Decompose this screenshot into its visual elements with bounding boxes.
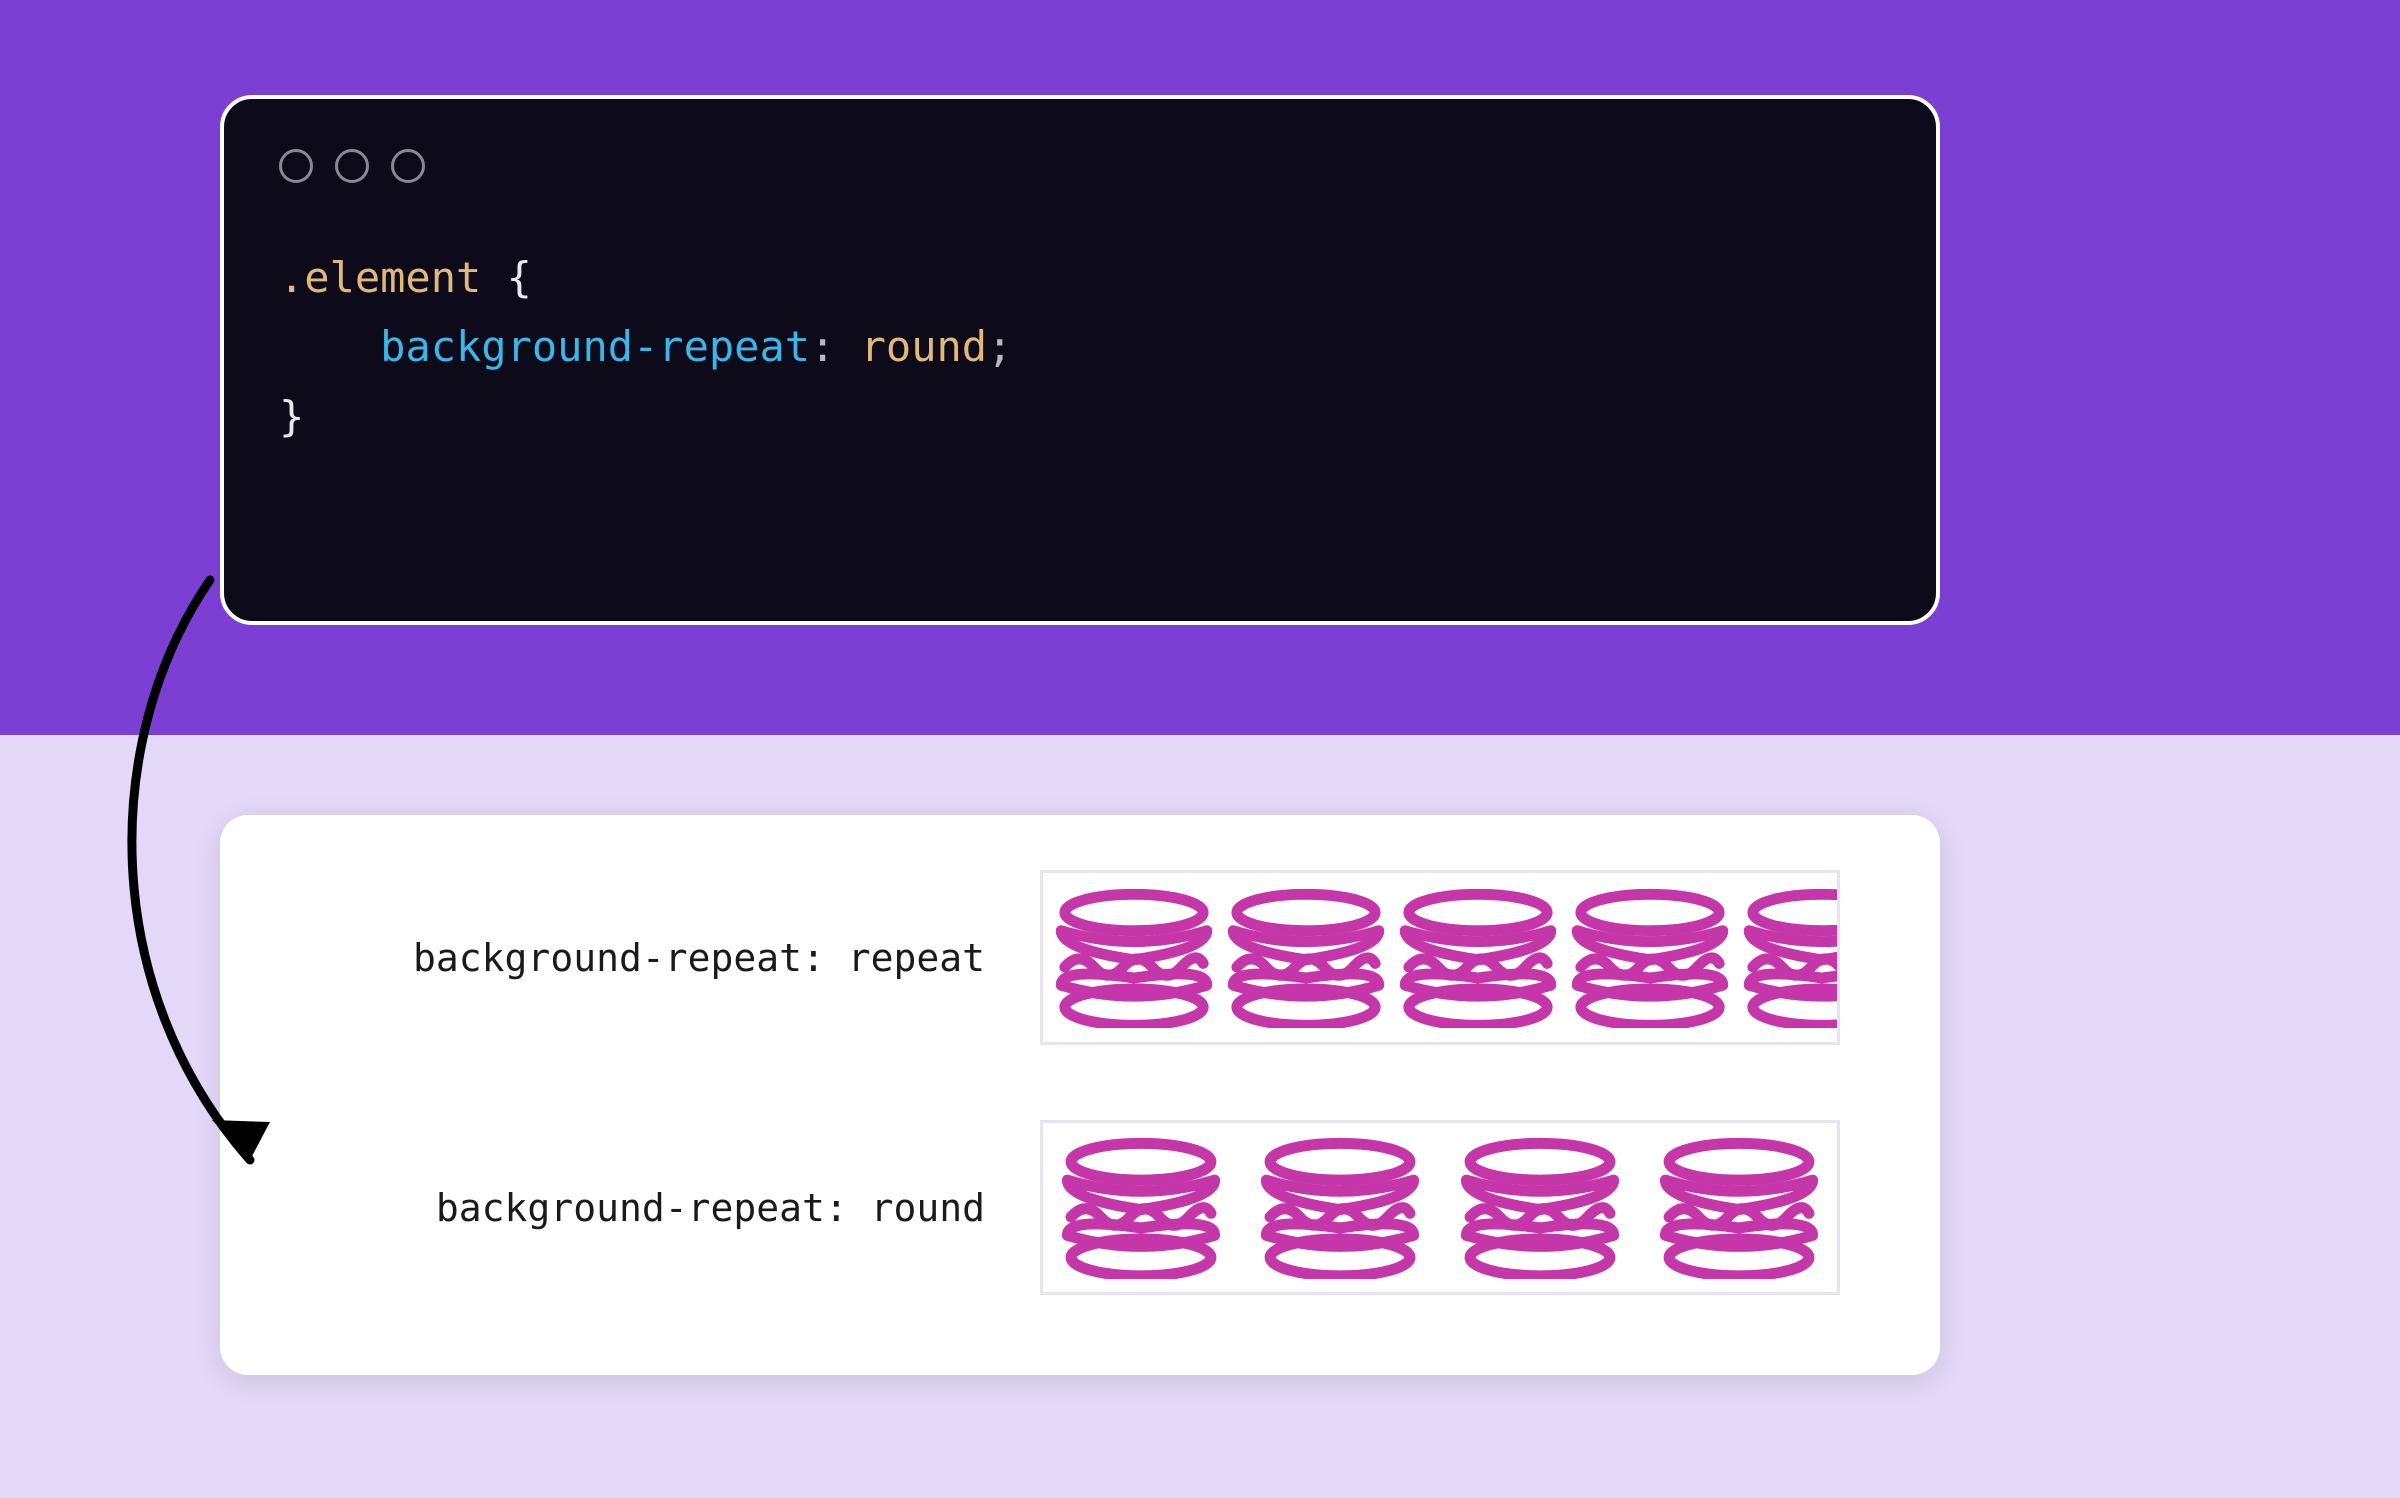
code-semicolon: ; [987, 322, 1012, 371]
macaron-icon [1215, 887, 1397, 1029]
demo-label: background-repeat: round [305, 1186, 985, 1230]
code-card: .element { background-repeat: round; } [220, 95, 1940, 625]
demo-preview-repeat [1040, 870, 1840, 1045]
demo-row-round: background-repeat: round [305, 1120, 1870, 1295]
demo-label: background-repeat: repeat [305, 936, 985, 980]
code-value: round [861, 322, 987, 371]
window-dot-icon [335, 149, 369, 183]
code-selector: .element [279, 253, 481, 302]
code-colon: : [810, 322, 835, 371]
macaron-icon [1248, 1136, 1432, 1280]
css-code-block: .element { background-repeat: round; } [279, 243, 1881, 451]
window-dot-icon [279, 149, 313, 183]
macaron-icon [1049, 1136, 1233, 1280]
code-brace-close: } [279, 392, 304, 441]
demo-preview-round [1040, 1120, 1840, 1295]
macaron-icon [1448, 1136, 1632, 1280]
demo-card: background-repeat: repeat [220, 815, 1940, 1375]
macaron-icon [1043, 887, 1225, 1029]
macaron-icon [1387, 887, 1569, 1029]
macaron-icon [1731, 887, 1840, 1029]
macaron-icon [1647, 1136, 1831, 1280]
code-brace-open: { [507, 253, 532, 302]
window-dot-icon [391, 149, 425, 183]
code-property: background-repeat [380, 322, 810, 371]
macaron-icon [1559, 887, 1741, 1029]
window-controls [279, 149, 1881, 183]
demo-row-repeat: background-repeat: repeat [305, 870, 1870, 1045]
header-band: .element { background-repeat: round; } [0, 0, 2400, 735]
